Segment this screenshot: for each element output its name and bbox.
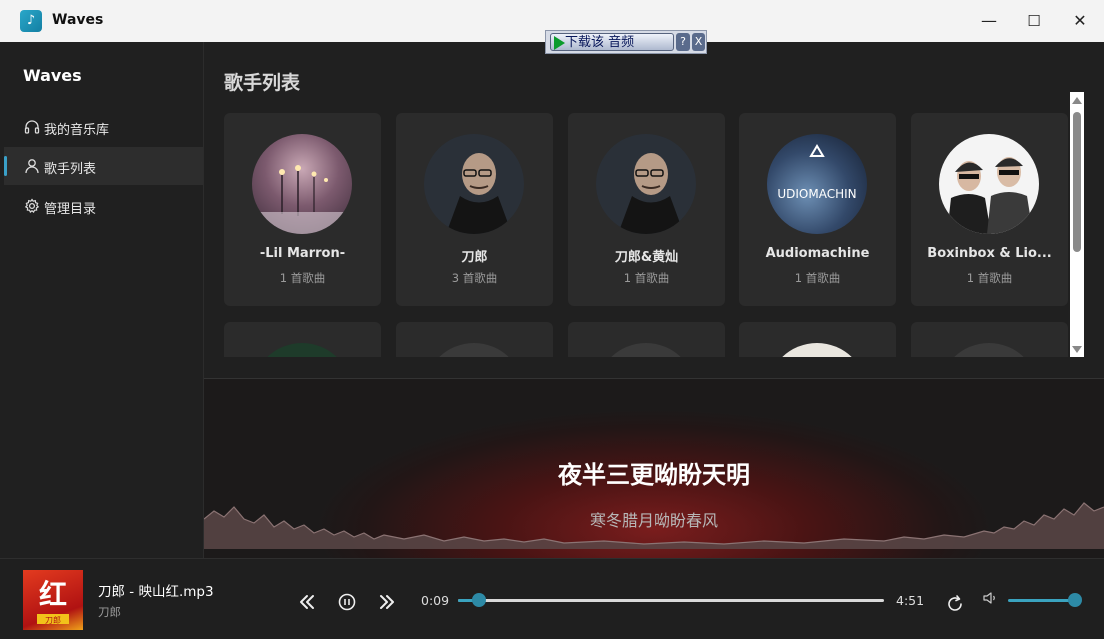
artist-song-count: 1 首歌曲 bbox=[623, 271, 670, 285]
artist-avatar bbox=[596, 343, 696, 357]
artist-card[interactable]: -Lil Marron- 1 首歌曲 bbox=[224, 113, 381, 306]
artist-name: Audiomachine bbox=[765, 246, 870, 261]
minimize-button[interactable]: — bbox=[966, 6, 1012, 36]
headphones-icon bbox=[24, 120, 40, 134]
avatar-logo-text: UDIOMACHIN bbox=[777, 187, 856, 201]
cover-title-text: 红 bbox=[39, 578, 67, 611]
artist-song-count: 3 首歌曲 bbox=[451, 271, 498, 285]
gear-icon bbox=[24, 198, 40, 214]
lyrics-panel: 夜半三更呦盼天明 寒冬腊月呦盼春风 bbox=[204, 378, 1104, 559]
download-audio-button[interactable]: 下载该 音频 bbox=[550, 33, 674, 51]
previous-track-button[interactable] bbox=[295, 590, 319, 614]
elapsed-time: 0:09 bbox=[421, 593, 450, 608]
repeat-icon[interactable] bbox=[943, 592, 967, 616]
progress-knob[interactable] bbox=[472, 593, 487, 607]
artist-grid-scrollbar[interactable] bbox=[1070, 92, 1084, 357]
sidebar-item-library[interactable]: 我的音乐库 bbox=[4, 108, 203, 146]
artist-card[interactable] bbox=[568, 322, 725, 357]
artist-card[interactable] bbox=[911, 322, 1068, 357]
artist-avatar bbox=[939, 134, 1039, 234]
artist-grid: -Lil Marron- 1 首歌曲 刀郎 3 首歌曲 刀郎&黄灿 1 首歌曲 … bbox=[224, 113, 1070, 357]
artist-card[interactable] bbox=[224, 322, 381, 357]
artist-avatar: UDIOMACHIN bbox=[767, 134, 867, 234]
sidebar-brand: Waves bbox=[23, 66, 82, 85]
scroll-thumb[interactable] bbox=[1073, 112, 1081, 252]
download-toolbar: 下载该 音频 ? X bbox=[545, 30, 707, 54]
artist-avatar bbox=[767, 343, 867, 357]
artist-card[interactable] bbox=[739, 322, 896, 357]
scroll-up-arrow-icon[interactable] bbox=[1072, 97, 1082, 104]
page-title: 歌手列表 bbox=[224, 72, 301, 94]
artist-list-panel: 歌手列表 -Lil Marron- 1 首歌曲 刀郎 3 首歌曲 刀郎&黄灿 1… bbox=[204, 42, 1104, 378]
sidebar: Waves 我的音乐库 歌手列表 管理目录 bbox=[0, 42, 204, 558]
volume-knob[interactable] bbox=[1068, 593, 1082, 607]
sidebar-item-artists[interactable]: 歌手列表 bbox=[4, 147, 203, 185]
next-track-button[interactable] bbox=[375, 590, 399, 614]
artist-name: Boxinbox & Lio... bbox=[927, 246, 1052, 261]
artist-avatar bbox=[424, 134, 524, 234]
artist-avatar bbox=[596, 134, 696, 234]
next-lyric: 寒冬腊月呦盼春风 bbox=[589, 511, 718, 530]
toolbar-close-button[interactable]: X bbox=[692, 33, 705, 51]
scroll-down-arrow-icon[interactable] bbox=[1072, 346, 1082, 353]
song-title: 刀郎 - 映山红.mp3 bbox=[98, 584, 214, 600]
volume-icon[interactable] bbox=[981, 588, 1001, 608]
artist-song-count: 1 首歌曲 bbox=[966, 271, 1013, 285]
artist-avatar bbox=[424, 343, 524, 357]
artist-card[interactable]: 刀郎 3 首歌曲 bbox=[396, 113, 553, 306]
album-cover[interactable]: 红 刀郎 bbox=[23, 570, 83, 630]
player-bar: 红 刀郎 刀郎 - 映山红.mp3 刀郎 0:09 4:51 bbox=[0, 558, 1104, 639]
artist-card[interactable]: UDIOMACHIN Audiomachine 1 首歌曲 bbox=[739, 113, 896, 306]
play-triangle-icon bbox=[554, 36, 565, 50]
sidebar-item-label: 我的音乐库 bbox=[44, 123, 110, 138]
song-artist: 刀郎 bbox=[98, 605, 121, 619]
active-indicator bbox=[4, 156, 7, 176]
progress-slider[interactable] bbox=[458, 593, 884, 607]
artist-song-count: 1 首歌曲 bbox=[279, 271, 326, 285]
app-logo-icon: ♪ bbox=[20, 10, 42, 32]
artist-card[interactable]: Boxinbox & Lio... 1 首歌曲 bbox=[911, 113, 1068, 306]
window-title: Waves bbox=[52, 12, 104, 28]
artist-song-count: 1 首歌曲 bbox=[794, 271, 841, 285]
pause-button[interactable] bbox=[335, 590, 359, 614]
artist-avatar bbox=[252, 343, 352, 357]
artist-avatar bbox=[252, 134, 352, 234]
maximize-button[interactable]: ☐ bbox=[1011, 6, 1057, 36]
total-time: 4:51 bbox=[896, 593, 925, 608]
artist-card[interactable]: 刀郎&黄灿 1 首歌曲 bbox=[568, 113, 725, 306]
volume-slider[interactable] bbox=[1008, 593, 1082, 607]
current-lyric: 夜半三更呦盼天明 bbox=[558, 461, 750, 489]
help-button[interactable]: ? bbox=[676, 33, 690, 51]
user-icon bbox=[25, 159, 39, 174]
cover-artist-text: 刀郎 bbox=[45, 615, 61, 625]
artist-name: 刀郎&黄灿 bbox=[614, 250, 679, 265]
artist-name: 刀郎 bbox=[461, 250, 488, 265]
sidebar-item-manage-folders[interactable]: 管理目录 bbox=[4, 187, 203, 225]
close-button[interactable]: ✕ bbox=[1057, 6, 1103, 36]
sidebar-item-label: 歌手列表 bbox=[44, 162, 97, 177]
sidebar-item-label: 管理目录 bbox=[44, 202, 97, 217]
artist-name: -Lil Marron- bbox=[259, 246, 346, 261]
download-audio-label: 下载该 音频 bbox=[565, 35, 635, 50]
artist-avatar bbox=[939, 343, 1039, 357]
artist-card[interactable] bbox=[396, 322, 553, 357]
